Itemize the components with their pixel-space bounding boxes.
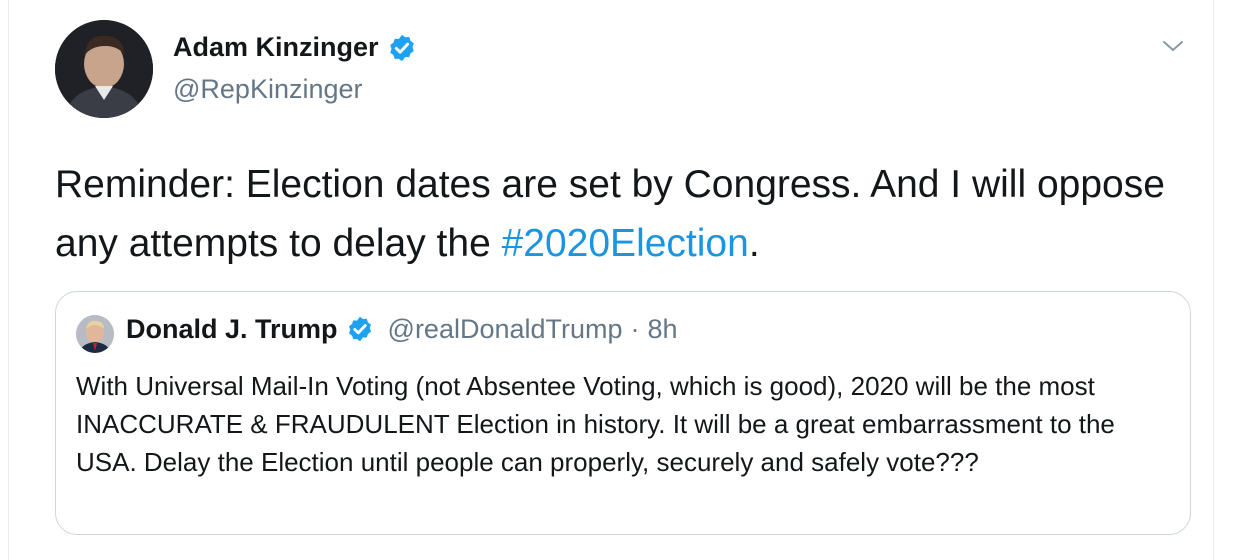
tweet-text-end: . (748, 222, 760, 265)
quoted-author-handle[interactable]: @realDonaldTrump (388, 314, 623, 345)
quoted-timestamp[interactable]: 8h (648, 314, 678, 345)
tweet-card: Adam Kinzinger @RepKinzinger Reminder: E… (8, 0, 1214, 560)
author-avatar[interactable] (55, 20, 153, 118)
quoted-header: Donald J. Trump @realDonaldTrump · 8h (126, 314, 678, 345)
quoted-tweet-text: With Universal Mail-In Voting (not Absen… (76, 371, 1115, 477)
quoted-author-name[interactable]: Donald J. Trump (126, 314, 338, 345)
verified-badge-icon (387, 33, 417, 63)
avatar-photo-icon (55, 20, 153, 118)
chevron-down-icon[interactable] (1161, 34, 1185, 58)
quoted-verified-badge-icon (346, 315, 376, 345)
hashtag-link[interactable]: #2020Election (502, 222, 749, 265)
author-name-row: Adam Kinzinger (173, 32, 417, 63)
quoted-tweet[interactable]: Donald J. Trump @realDonaldTrump · 8h Wi… (55, 291, 1191, 535)
author-name[interactable]: Adam Kinzinger (173, 32, 379, 63)
quoted-avatar-photo-icon (76, 315, 114, 353)
author-handle[interactable]: @RepKinzinger (173, 74, 363, 105)
quoted-author-avatar[interactable] (76, 315, 114, 353)
dot-separator: · (630, 314, 640, 344)
tweet-text: Reminder: Election dates are set by Cong… (55, 155, 1175, 273)
